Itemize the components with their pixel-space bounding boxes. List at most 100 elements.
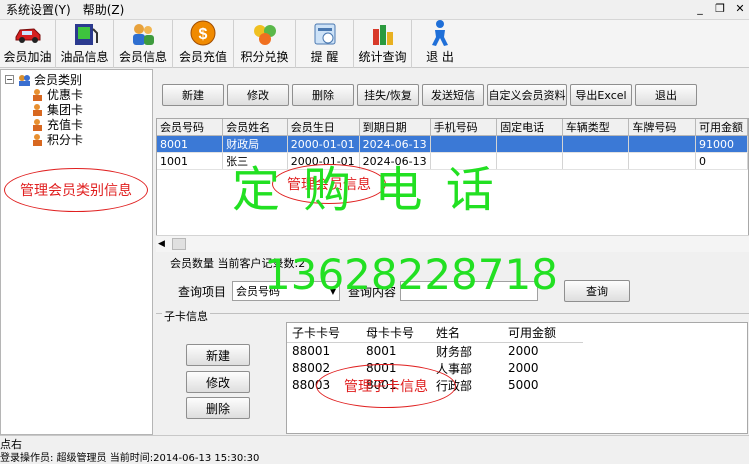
toolbar-label: 退 出	[426, 50, 454, 64]
member-grid-header: 会员号码 会员姓名 会员生日 到期日期 手机号码 固定电话 车辆类型 车牌号码 …	[157, 119, 748, 136]
toolbar-button-fuel-info[interactable]: 油品信息	[56, 20, 114, 68]
table-row[interactable]: 88001 8001 财务部 2000	[287, 342, 583, 360]
col-available-amount[interactable]: 可用金额	[503, 323, 583, 343]
window-controls: _ ❐ ✕	[693, 2, 747, 15]
subcard-group: 子卡信息 新建 修改 删除 子卡卡号 母卡卡号 姓名 可用金额 88001 80…	[156, 308, 749, 435]
cell	[628, 135, 697, 153]
col-phone[interactable]: 固定电话	[496, 119, 563, 136]
person-icon	[31, 118, 44, 131]
action-toolbar: 新建 修改 删除 挂失/恢复 发送短信 自定义会员资料 导出Excel 退出	[162, 84, 697, 108]
scroll-thumb[interactable]	[172, 238, 186, 250]
toolbar-label: 统计查询	[358, 50, 407, 64]
subcard-grid-header: 子卡卡号 母卡卡号 姓名 可用金额	[287, 323, 583, 343]
toolbar-button-statistics[interactable]: 统计查询	[354, 20, 412, 68]
cell: 91000	[695, 135, 748, 153]
cell: 2000	[508, 361, 539, 375]
annotation-category: 管理会员类别信息	[4, 168, 148, 212]
toolbar-button-reminder[interactable]: 提 醒	[296, 20, 354, 68]
restore-button[interactable]: ❐	[713, 2, 727, 15]
svg-text:$: $	[199, 26, 208, 43]
reminder-icon	[310, 20, 340, 47]
cell: 88001	[292, 344, 331, 358]
tree-item-recharge-card[interactable]: 充值卡	[5, 117, 83, 132]
col-member-number[interactable]: 会员号码	[157, 119, 224, 136]
col-expiry-date[interactable]: 到期日期	[359, 119, 431, 136]
col-vehicle-type[interactable]: 车辆类型	[562, 119, 630, 136]
custom-member-fields-button[interactable]: 自定义会员资料	[487, 84, 567, 106]
toolbar-button-member-recharge[interactable]: $ 会员充值	[173, 20, 234, 68]
col-subcard-number[interactable]: 子卡卡号	[287, 323, 361, 343]
cell: 8001	[366, 344, 397, 358]
watermark-phone-number: 13628228718	[264, 250, 558, 299]
people-icon	[128, 20, 158, 47]
delete-member-button[interactable]: 删除	[292, 84, 354, 106]
cell: 2000	[508, 344, 539, 358]
report-loss-button[interactable]: 挂失/恢复	[357, 84, 419, 106]
toolbar-label: 会员加油	[3, 50, 52, 64]
tree-item-points-card[interactable]: 积分卡	[5, 132, 83, 147]
watermark-order-phone: 定 购 电 话	[232, 162, 498, 218]
person-icon	[31, 88, 44, 101]
menu-bar: 系统设置(Y) 帮助(Z) _ ❐ ✕	[0, 0, 749, 20]
col-member-name[interactable]: 会员姓名	[222, 119, 288, 136]
new-member-button[interactable]: 新建	[162, 84, 224, 106]
toolbar-label: 会员充值	[178, 50, 227, 64]
annotation-subcard: 管理子卡信息	[316, 364, 456, 408]
subcard-title: 子卡信息	[162, 308, 210, 324]
query-button[interactable]: 查询	[564, 280, 631, 302]
cell	[496, 135, 563, 153]
toolbar-label: 会员信息	[118, 50, 167, 64]
menu-system-settings[interactable]: 系统设置(Y)	[0, 0, 77, 20]
col-plate-number[interactable]: 车牌号码	[628, 119, 697, 136]
exit-person-icon	[425, 19, 455, 47]
toolbar-button-exit[interactable]: 退 出	[412, 20, 468, 68]
menu-help[interactable]: 帮助(Z)	[77, 0, 131, 20]
cell	[562, 135, 630, 153]
col-name[interactable]: 姓名	[431, 323, 503, 343]
coin-icon: $	[188, 19, 218, 47]
tree-item-label: 积分卡	[47, 133, 84, 147]
col-balance[interactable]: 可用金额	[695, 119, 748, 136]
query-item-label: 查询项目	[178, 284, 227, 299]
close-button[interactable]: ✕	[733, 2, 747, 15]
scroll-left-icon[interactable]: ◀	[158, 239, 165, 249]
toolbar-label: 积分兑换	[240, 50, 289, 64]
cell	[562, 152, 630, 170]
new-subcard-button[interactable]: 新建	[186, 344, 250, 366]
cell: 0	[695, 152, 748, 170]
col-birthday[interactable]: 会员生日	[287, 119, 360, 136]
toolbar-label: 提 醒	[310, 50, 339, 64]
collapse-toggle-icon[interactable]: −	[5, 75, 14, 84]
col-parent-card-number[interactable]: 母卡卡号	[361, 323, 431, 343]
cell: 财务部	[436, 344, 473, 359]
tree-item-group-card[interactable]: 集团卡	[5, 102, 83, 117]
status-bar: 点右 登录操作员: 超级管理员 当前时间:2014-06-13 15:30:30	[0, 435, 749, 464]
col-mobile[interactable]: 手机号码	[430, 119, 498, 136]
send-sms-button[interactable]: 发送短信	[422, 84, 484, 106]
person-icon	[31, 103, 44, 116]
cell	[628, 152, 697, 170]
exit-button[interactable]: 退出	[635, 84, 697, 106]
group-icon	[18, 74, 31, 86]
cell: 8001	[157, 135, 224, 153]
export-excel-button[interactable]: 导出Excel	[570, 84, 632, 106]
toolbar-button-member-refuel[interactable]: 会员加油	[0, 20, 56, 68]
tree-item-discount-card[interactable]: 优惠卡	[5, 87, 83, 102]
cell: 1001	[157, 152, 224, 170]
toolbar-button-member-info[interactable]: 会员信息	[114, 20, 173, 68]
edit-subcard-button[interactable]: 修改	[186, 371, 250, 393]
minimize-button[interactable]: _	[693, 2, 707, 15]
edit-member-button[interactable]: 修改	[227, 84, 289, 106]
statistics-icon	[368, 20, 398, 47]
gift-icon	[250, 20, 280, 47]
tree-root[interactable]: − 会员类别	[5, 72, 83, 87]
delete-subcard-button[interactable]: 删除	[186, 397, 250, 419]
cell: 5000	[508, 378, 539, 392]
fuel-info-icon	[70, 20, 100, 47]
car-icon	[13, 20, 43, 47]
toolbar-button-points-exchange[interactable]: 积分兑换	[234, 20, 296, 68]
member-category-tree: − 会员类别 优惠卡 集团卡 充值卡 积分卡 管理会员类别信息	[0, 69, 153, 435]
cell	[496, 152, 563, 170]
toolbar: 会员加油 油品信息 会员信息 $ 会员充值 积分兑换 提 醒 统计查询 退 出	[0, 20, 749, 68]
toolbar-label: 油品信息	[60, 50, 109, 64]
